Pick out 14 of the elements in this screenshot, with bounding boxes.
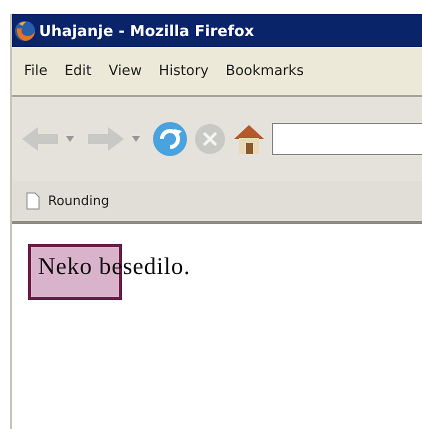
caret-icon[interactable]: [132, 136, 140, 142]
menu-item[interactable]: View: [108, 63, 142, 79]
menu-item[interactable]: Bookmarks: [226, 63, 304, 79]
reload-icon[interactable]: [152, 121, 188, 157]
menu-item[interactable]: Edit: [64, 63, 92, 79]
menu-item[interactable]: File: [24, 63, 48, 79]
home-icon[interactable]: [232, 123, 266, 155]
caret-icon[interactable]: [66, 136, 74, 142]
firefox-logo-icon: [14, 20, 36, 42]
bookmark-item[interactable]: Rounding: [26, 192, 110, 210]
menu-item[interactable]: History: [158, 63, 209, 79]
window-title: Uhajanje - Mozilla Firefox: [39, 22, 254, 40]
address-field[interactable]: [272, 123, 422, 155]
page-icon: [26, 192, 40, 210]
